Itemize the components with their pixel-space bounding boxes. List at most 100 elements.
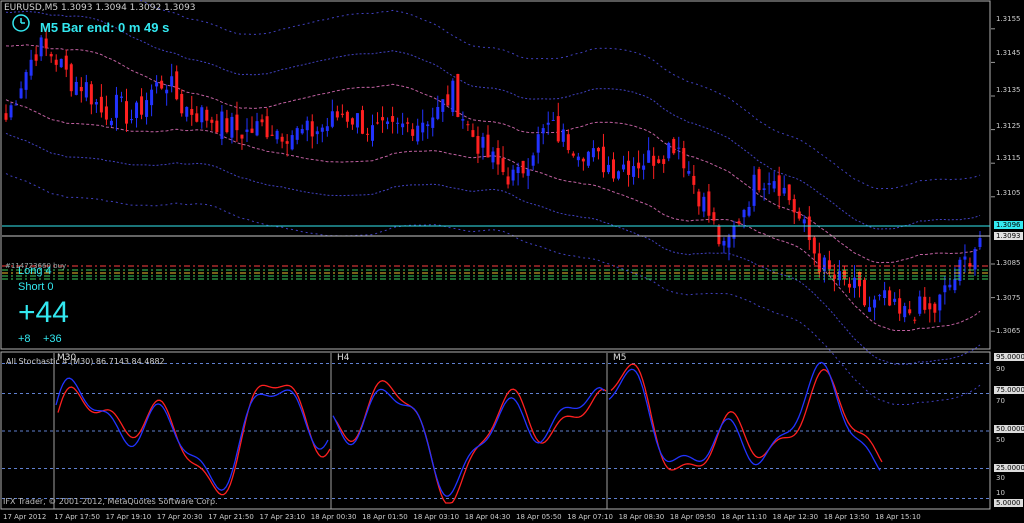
stoch-h4-signal [334,380,607,504]
candle-bull [94,102,98,105]
chart-title: EURUSD,M5 1.3093 1.3094 1.3092 1.3093 [4,3,196,13]
candle-bear [777,175,781,196]
candle-bull [617,171,621,179]
candle-bull [802,219,806,224]
candle-bear [717,225,721,245]
candle-bear [250,128,254,133]
time-tick: 18 Apr 07:10 [567,513,613,521]
candle-bull [170,76,174,87]
candle-bear [456,73,460,117]
candle-bear [847,283,851,288]
candle-bull [903,306,907,318]
candle-bear [923,296,927,310]
chart-canvas[interactable] [0,0,1024,523]
candle-bear [381,117,385,121]
candle-bear [406,122,410,124]
candle-bull [461,119,465,121]
candle-bull [355,113,359,128]
candle-bull [245,129,249,132]
candle-bear [345,111,349,122]
short-count: Short 0 [18,281,54,293]
candle-bear [571,153,575,156]
stoch-tag: 95.0000 [994,353,1024,361]
long-count: Long 4 [18,265,52,277]
price-tick: 1.3155 [996,15,1021,23]
time-tick: 17 Apr 19:10 [105,513,152,521]
stoch-tick: 50 [996,436,1005,444]
candle-bear [69,64,73,92]
candle-bull [606,164,610,173]
candle-bull [511,169,515,181]
candle-bull [526,169,530,176]
candle-bull [963,256,967,260]
stoch-m30-signal [57,384,331,496]
candle-bear [832,274,836,279]
candle-bear [682,148,686,169]
candle-bull [200,107,204,123]
stoch-h4-main [332,386,605,497]
candle-bear [486,134,490,158]
candle-bear [175,71,179,100]
candle-bear [54,59,58,65]
stoch-tag: 5.0000 [994,499,1023,507]
candle-bear [340,113,344,115]
candle-bull [431,117,435,128]
candle-bull [943,285,947,293]
candle-bull [9,105,13,118]
candle-bear [350,118,354,125]
candle-bull [852,277,856,288]
candle-bull [591,148,595,158]
time-tick: 18 Apr 09:50 [669,513,716,521]
candle-bull [305,120,309,131]
candle-bear [360,110,364,134]
candle-bear [195,113,199,122]
candle-bear [99,96,103,113]
candle-bear [466,124,470,126]
candle-bull [14,104,18,106]
candle-bear [79,86,83,92]
candle-bull [441,99,445,112]
stoch-tick: 10 [996,489,1005,497]
price-tick: 1.3075 [996,294,1021,302]
candle-bull [386,121,390,125]
candle-bull [632,166,636,177]
candle-bear [662,159,666,164]
candle-bull [868,307,872,312]
candle-bear [240,134,244,139]
candle-bear [627,160,631,175]
stochastic-label: All Stochastic 4 (M30) 86.7143 84.4882 [6,357,165,366]
candle-bear [863,279,867,306]
price-tick: 1.3065 [996,327,1021,335]
candle-bull [315,131,319,135]
candle-bull [165,89,169,94]
candle-bull [918,296,922,314]
price-panel-border [0,0,991,350]
candle-bull [767,183,771,185]
candle-bear [827,260,831,270]
candle-bull [130,119,134,121]
candle-bull [491,151,495,163]
candle-bear [787,184,791,201]
price-tick: 1.3125 [996,122,1021,130]
candle-bull [883,290,887,299]
candle-bear [476,136,480,154]
stoch-m5-main [608,361,881,471]
candle-bear [285,141,289,144]
candle-bull [290,135,294,150]
candle-bear [210,119,214,123]
stoch-tag: 25.0000 [994,464,1024,472]
candle-bull [481,136,485,148]
stoch-tick: 90 [996,365,1005,373]
candle-bear [601,146,605,173]
price-tag-upper: 1.3096 [994,221,1023,229]
candle-bull [822,257,826,272]
candle-bull [752,174,756,206]
candle-bear [391,116,395,122]
candle-bear [697,191,701,207]
time-tick: 18 Apr 08:30 [618,513,665,521]
copyright-text: IFX Trader, © 2001-2012, MetaQuotes Soft… [3,497,218,506]
outer-band-lower [5,173,981,406]
time-tick: 17 Apr 21:50 [208,513,254,521]
candle-bear [124,101,128,124]
candle-bull [145,100,149,117]
